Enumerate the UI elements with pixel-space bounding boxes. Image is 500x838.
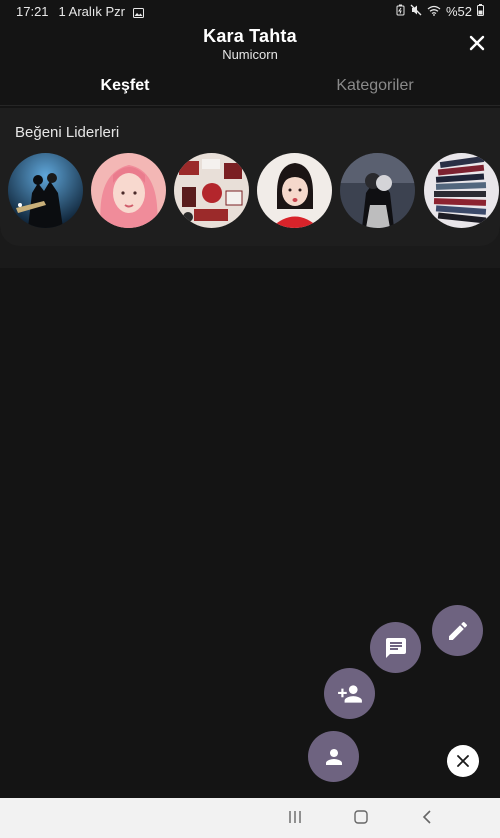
status-date: 1 Aralık Pzr xyxy=(58,3,126,19)
person-icon xyxy=(325,748,342,765)
chat-button[interactable] xyxy=(370,622,421,673)
tab-bar: Keşfet Kategoriler xyxy=(0,70,500,106)
system-nav-bar xyxy=(0,798,500,838)
status-indicators: %52 xyxy=(396,3,484,19)
pencil-icon xyxy=(448,621,467,640)
edit-post-button[interactable] xyxy=(432,605,483,656)
profile-button[interactable] xyxy=(308,731,359,782)
back-button[interactable] xyxy=(421,810,433,829)
status-bar: 17:21 1 Aralık Pzr %52 xyxy=(0,0,500,22)
leaders-section: Beğeni Liderleri xyxy=(0,108,500,246)
battery-icon xyxy=(477,3,484,19)
chat-icon xyxy=(385,637,406,658)
avatar-couple-bw[interactable] xyxy=(340,153,415,228)
recent-apps-button[interactable] xyxy=(287,810,303,829)
wifi-icon xyxy=(427,4,441,19)
avatar-sticker-collage[interactable] xyxy=(174,153,249,228)
home-button[interactable] xyxy=(353,810,369,829)
page-subtitle: Numicorn xyxy=(222,47,278,62)
back-icon xyxy=(422,810,431,824)
leaders-title: Beğeni Liderleri xyxy=(15,124,120,141)
close-icon xyxy=(469,35,485,51)
status-time: 17:21 xyxy=(16,3,49,19)
avatar-girl-red-shirt[interactable] xyxy=(257,153,332,228)
page-title: Kara Tahta xyxy=(203,26,297,46)
gallery-notification-icon xyxy=(133,6,145,18)
close-button[interactable] xyxy=(466,32,488,54)
battery-saver-icon xyxy=(396,4,405,19)
avatar-row[interactable] xyxy=(0,153,500,233)
fab-close-button[interactable] xyxy=(447,745,479,777)
add-person-button[interactable] xyxy=(324,668,375,719)
avatar-concert[interactable] xyxy=(8,153,83,228)
add-person-icon xyxy=(337,684,362,703)
home-icon xyxy=(354,810,368,824)
tab-kesfet[interactable]: Keşfet xyxy=(0,70,250,105)
battery-level: %52 xyxy=(445,3,472,19)
mute-icon xyxy=(410,4,422,19)
recent-apps-icon xyxy=(289,811,301,823)
tab-kategoriler[interactable]: Kategoriler xyxy=(250,70,500,105)
avatar-pink-hair[interactable] xyxy=(91,153,166,228)
close-icon xyxy=(457,755,469,767)
app-header: Kara Tahta Numicorn xyxy=(0,22,500,66)
avatar-book-stack[interactable] xyxy=(424,153,499,228)
